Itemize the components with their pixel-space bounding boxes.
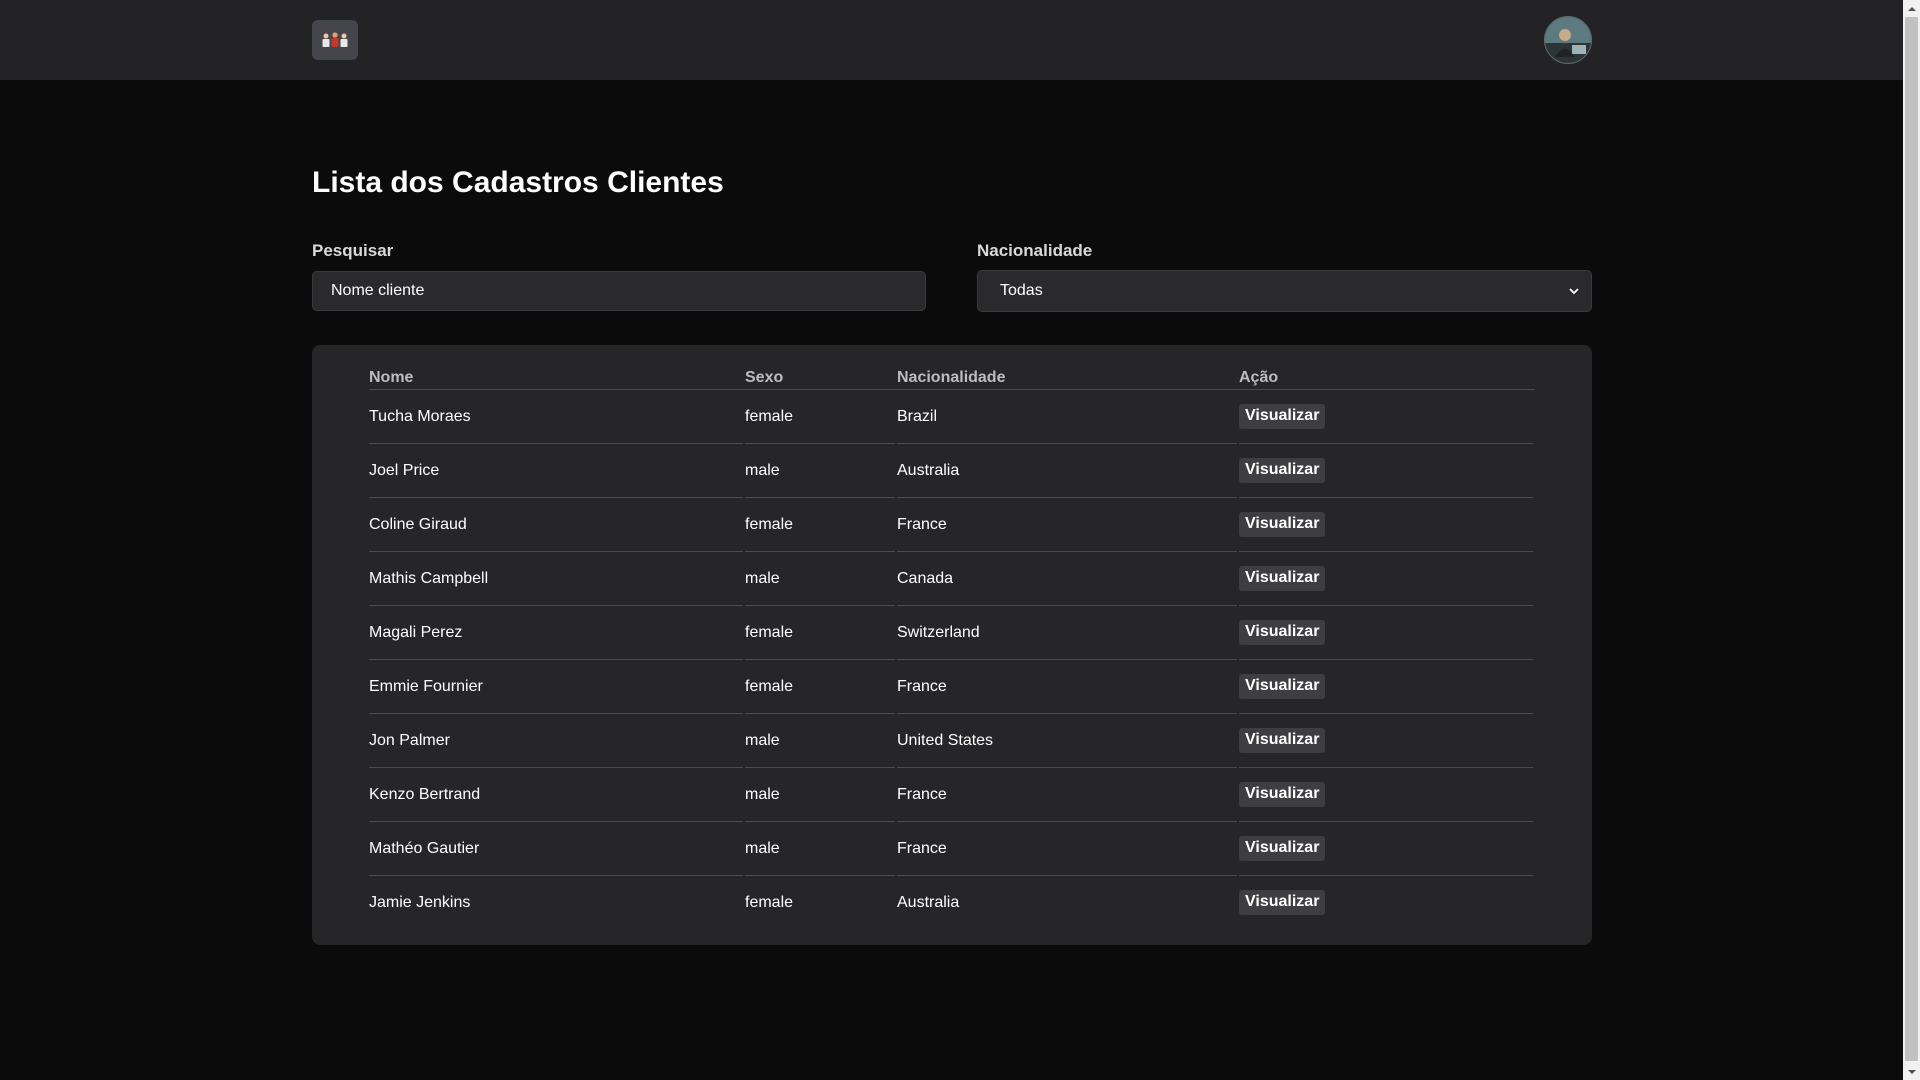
column-header-name: Nome <box>369 369 414 386</box>
cell-action: Visualizar <box>1239 768 1535 821</box>
table-row: Joel Price male Australia Visualizar <box>369 444 1535 497</box>
view-client-button[interactable]: Visualizar <box>1239 512 1326 537</box>
column-header-action: Ação <box>1239 369 1279 386</box>
cell-name: Coline Giraud <box>369 515 467 533</box>
cell-nationality: Brazil <box>897 407 938 425</box>
table-row: Coline Giraud female France Visualizar <box>369 498 1535 551</box>
cell-nationality: Australia <box>897 893 960 911</box>
cell-sex: female <box>745 623 794 641</box>
column-header-sex: Sexo <box>745 369 784 386</box>
cell-action: Visualizar <box>1239 498 1535 551</box>
cell-action: Visualizar <box>1239 876 1535 929</box>
table-row: Mathis Campbell male Canada Visualizar <box>369 552 1535 605</box>
cell-sex: male <box>745 839 780 857</box>
scroll-down-arrow-icon[interactable] <box>1903 1063 1920 1080</box>
table-header: Nome Sexo Nacionalidade Ação <box>369 369 1535 389</box>
cell-name: Tucha Moraes <box>369 407 471 425</box>
top-navbar <box>0 0 1903 80</box>
app-viewport: Lista dos Cadastros Clientes Pesquisar N… <box>0 0 1920 1080</box>
cell-name: Jon Palmer <box>369 731 450 749</box>
cell-name: Emmie Fournier <box>369 677 483 695</box>
table-row: Jon Palmer male United States Visualizar <box>369 714 1535 767</box>
clients-table-panel: Nome Sexo Nacionalidade Ação Tucha Morae… <box>312 345 1592 945</box>
cell-nationality: France <box>897 785 947 803</box>
clients-table: Nome Sexo Nacionalidade Ação Tucha Morae… <box>369 369 1535 929</box>
cell-name: Jamie Jenkins <box>369 893 471 911</box>
user-avatar-icon[interactable] <box>1544 16 1592 64</box>
cell-sex: male <box>745 731 780 749</box>
view-client-button[interactable]: Visualizar <box>1239 890 1326 915</box>
nationality-select[interactable]: Todas <box>977 270 1592 312</box>
cell-action: Visualizar <box>1239 822 1535 875</box>
cell-nationality: United States <box>897 731 994 749</box>
cell-sex: female <box>745 407 794 425</box>
cell-action: Visualizar <box>1239 606 1535 659</box>
cell-nationality: France <box>897 839 947 857</box>
view-client-button[interactable]: Visualizar <box>1239 728 1326 753</box>
nationality-select-value: Todas <box>1000 282 1043 299</box>
table-row: Tucha Moraes female Brazil Visualizar <box>369 390 1535 443</box>
view-client-button[interactable]: Visualizar <box>1239 782 1326 807</box>
cell-action: Visualizar <box>1239 390 1535 443</box>
scroll-up-arrow-icon[interactable] <box>1903 0 1920 17</box>
view-client-button[interactable]: Visualizar <box>1239 836 1326 861</box>
cell-sex: female <box>745 515 794 533</box>
scrollbar-thumb[interactable] <box>1905 17 1918 1061</box>
nationality-label: Nacionalidade <box>977 241 1093 260</box>
people-group-icon[interactable] <box>312 20 358 60</box>
cell-nationality: Australia <box>897 461 960 479</box>
table-row: Emmie Fournier female France Visualizar <box>369 660 1535 713</box>
cell-action: Visualizar <box>1239 444 1535 497</box>
cell-action: Visualizar <box>1239 714 1535 767</box>
search-input[interactable] <box>312 271 926 311</box>
cell-name: Mathis Campbell <box>369 569 489 587</box>
cell-name: Magali Perez <box>369 623 463 641</box>
cell-nationality: Switzerland <box>897 623 980 641</box>
table-row: Magali Perez female Switzerland Visualizar <box>369 606 1535 659</box>
cell-name: Kenzo Bertrand <box>369 785 481 803</box>
cell-name: Joel Price <box>369 461 440 479</box>
search-label: Pesquisar <box>312 241 394 260</box>
cell-sex: male <box>745 785 780 803</box>
cell-nationality: Canada <box>897 569 954 587</box>
cell-action: Visualizar <box>1239 660 1535 713</box>
table-row: Jamie Jenkins female Australia Visualizar <box>369 876 1535 929</box>
table-body: Tucha Moraes female Brazil Visualizar Joel P… <box>369 389 1535 929</box>
view-client-button[interactable]: Visualizar <box>1239 566 1326 591</box>
cell-nationality: France <box>897 515 947 533</box>
cell-sex: female <box>745 677 794 695</box>
cell-nationality: France <box>897 677 947 695</box>
view-client-button[interactable]: Visualizar <box>1239 620 1326 645</box>
chevron-down-icon <box>1569 282 1579 300</box>
view-client-button[interactable]: Visualizar <box>1239 674 1326 699</box>
page-title: Lista dos Cadastros Clientes <box>312 166 724 199</box>
table-row: Kenzo Bertrand male France Visualizar <box>369 768 1535 821</box>
cell-name: Mathéo Gautier <box>369 839 480 857</box>
cell-sex: male <box>745 569 780 587</box>
vertical-scrollbar[interactable] <box>1903 0 1920 1080</box>
view-client-button[interactable]: Visualizar <box>1239 458 1326 483</box>
table-row: Mathéo Gautier male France Visualizar <box>369 822 1535 875</box>
column-header-nationality: Nacionalidade <box>897 369 1006 386</box>
cell-action: Visualizar <box>1239 552 1535 605</box>
view-client-button[interactable]: Visualizar <box>1239 404 1326 429</box>
cell-sex: female <box>745 893 794 911</box>
cell-sex: male <box>745 461 780 479</box>
